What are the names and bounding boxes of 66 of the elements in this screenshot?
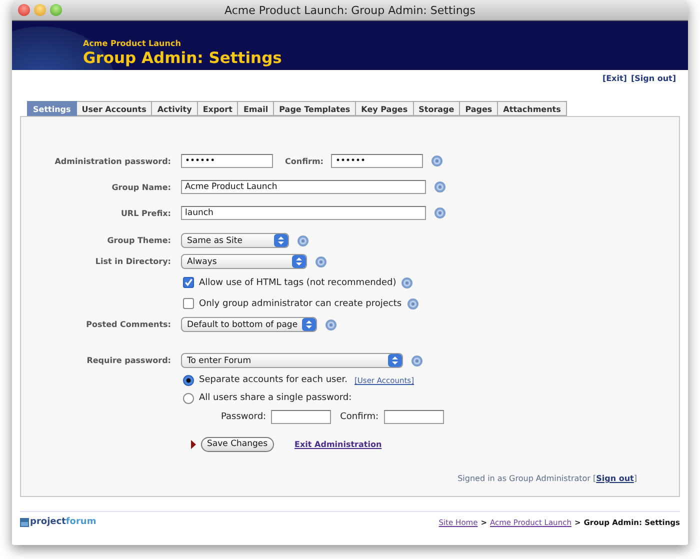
input-field[interactable]: Acme Product Launch [181, 180, 426, 194]
tab[interactable]: Email [238, 101, 274, 116]
help-icon[interactable] [297, 234, 309, 246]
checkbox-label: Only group administrator can create projects [199, 298, 402, 308]
dropdown[interactable]: To enter Forum [181, 353, 403, 368]
help-icon[interactable] [315, 256, 327, 268]
exit-link[interactable]: Exit Administration [294, 440, 382, 448]
field-label: URL Prefix: [120, 208, 171, 218]
password-field[interactable] [271, 410, 332, 424]
field-label: List in Directory: [94, 257, 171, 266]
select-arrows-icon [274, 234, 288, 247]
help-icon[interactable] [434, 181, 446, 193]
help-icon[interactable] [434, 207, 446, 219]
field-label: Confirm: [285, 156, 324, 166]
password-field[interactable]: •••••• [331, 154, 424, 168]
logo-text: projectforum [30, 517, 96, 527]
close-button[interactable] [18, 4, 30, 16]
field-label: Confirm: [340, 412, 379, 422]
select-arrows-icon [388, 354, 402, 367]
field-label: Password: [221, 412, 266, 422]
select-arrows-icon [292, 255, 306, 268]
tab[interactable]: Attachments [498, 101, 567, 116]
checkbox[interactable] [183, 298, 194, 309]
site-name: Acme Product Launch [83, 39, 181, 48]
select-arrows-icon [302, 318, 316, 331]
field-label: Group Name: [110, 182, 171, 192]
tab[interactable]: Page Templates [274, 101, 356, 116]
pointer-icon [191, 440, 196, 448]
tab[interactable]: Pages [460, 101, 498, 116]
radio-label: Separate accounts for each user. [199, 375, 348, 385]
dropdown[interactable]: Always [181, 254, 307, 269]
page-title: Group Admin: Settings [83, 48, 282, 68]
help-icon[interactable] [401, 276, 414, 288]
checkbox[interactable] [183, 277, 194, 288]
help-icon[interactable] [325, 318, 337, 330]
help-icon[interactable] [406, 298, 419, 310]
tab[interactable]: Activity [152, 101, 198, 116]
password-field[interactable] [384, 410, 444, 424]
header-link[interactable]: [Exit] [602, 74, 627, 86]
help-icon[interactable] [431, 155, 444, 167]
field-label: Group Theme: [106, 236, 171, 245]
password-field[interactable]: •••••• [181, 154, 273, 168]
tab[interactable]: Storage [414, 101, 460, 116]
tab[interactable]: Key Pages [356, 101, 414, 116]
signed-in-text: Signed in as Group Administrator [Sign out] [458, 474, 637, 483]
checkbox-label: Allow use of HTML tags (not recommended) [199, 278, 396, 288]
radio-label: All users share a single password: [199, 393, 352, 403]
radio-button[interactable] [183, 374, 194, 386]
field-label: Posted Comments: [85, 320, 171, 329]
tab[interactable]: User Accounts [76, 101, 152, 116]
logo-icon [20, 518, 29, 526]
dropdown[interactable]: Same as Site [181, 233, 289, 248]
header-link[interactable]: [Sign out] [630, 74, 676, 86]
sign-out-link[interactable]: Sign out [596, 474, 634, 483]
help-icon[interactable] [411, 354, 423, 366]
field-label: Require password: [86, 356, 171, 365]
minimize-button[interactable] [34, 4, 46, 16]
tab[interactable]: Export [198, 101, 238, 116]
field-label: Administration password: [54, 156, 171, 166]
dropdown[interactable]: Default to bottom of page [181, 317, 317, 332]
input-field[interactable]: launch [181, 206, 426, 220]
tab[interactable]: Settings [27, 101, 77, 116]
window-title: Acme Product Launch: Group Admin: Settings [224, 4, 476, 16]
save-button[interactable]: Save Changes [201, 436, 274, 452]
radio-button[interactable] [183, 392, 194, 404]
zoom-button[interactable] [50, 4, 62, 16]
